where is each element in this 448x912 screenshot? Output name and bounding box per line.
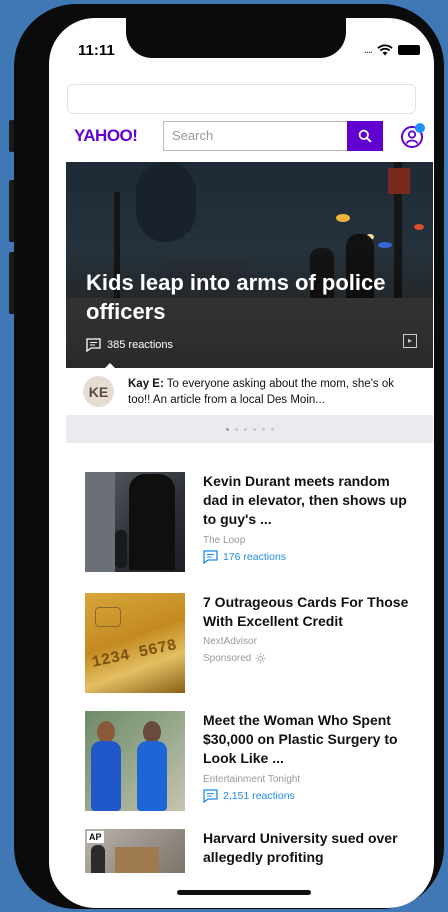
ap-badge: AP [87, 831, 104, 843]
story-item[interactable]: Meet the Woman Who Spent $30,000 on Plas… [85, 711, 415, 813]
thumb-figure-dress [137, 741, 167, 811]
account-icon [401, 123, 425, 148]
story-thumbnail[interactable] [85, 472, 185, 572]
signal-icon: .... [363, 44, 373, 56]
thumb-boxes [115, 847, 159, 873]
sponsored-info-icon [255, 653, 266, 664]
story-thumbnail[interactable]: 1234 5678 [85, 593, 185, 693]
sponsored-label[interactable]: Sponsored [203, 653, 266, 664]
thumb-frame [85, 472, 115, 572]
comment-body: To everyone asking about the mom, she's … [128, 378, 394, 406]
yahoo-logo[interactable]: YAHOO! [74, 126, 138, 146]
thumb-figure [115, 530, 127, 568]
hero-image-light [336, 214, 350, 222]
story-thumbnail[interactable] [85, 711, 185, 811]
app-header: YAHOO! Search [49, 118, 434, 158]
story-item[interactable]: Kevin Durant meets random dad in elevato… [85, 472, 415, 574]
page-dot[interactable] [225, 427, 229, 431]
story-title[interactable]: Harvard University sued over allegedly p… [203, 829, 418, 867]
thumb-figure-head [143, 721, 161, 743]
story-reactions-label: 176 reactions [223, 551, 287, 563]
thumb-figure [91, 845, 105, 873]
thumb-card-chip [95, 607, 121, 627]
story-title[interactable]: 7 Outrageous Cards For Those With Excell… [203, 593, 418, 631]
thumb-figure-head [97, 721, 115, 743]
page-dot[interactable] [234, 427, 238, 431]
battery-icon [398, 45, 420, 55]
status-icons: .... [364, 44, 420, 56]
page-dot[interactable] [243, 427, 247, 431]
hero-image-tree [136, 162, 196, 242]
comment-pointer [104, 363, 116, 369]
story-source: NextAdvisor [203, 636, 257, 647]
hero-reactions-label: 385 reactions [107, 339, 174, 351]
hero-story[interactable]: Kids leap into arms of police officers 3… [66, 162, 433, 368]
story-reactions[interactable]: 2,151 reactions [203, 789, 295, 803]
carousel-pagination[interactable] [66, 415, 433, 443]
story-reactions-label: 2,151 reactions [223, 790, 295, 802]
featured-comment[interactable]: KE Kay E: To everyone asking about the m… [66, 372, 433, 414]
page-dot[interactable] [261, 427, 265, 431]
hero-title[interactable]: Kids leap into arms of police officers [86, 268, 386, 326]
phone-frame: 11:11 .... YAHOO! Search Kids leap into … [14, 4, 444, 909]
page-dot[interactable] [270, 427, 274, 431]
search-icon [358, 129, 372, 143]
url-bar[interactable] [67, 84, 416, 114]
comment-author: Kay E: [128, 378, 164, 390]
story-source: The Loop [203, 535, 246, 546]
thumb-card-text: 1234 5678 [90, 636, 179, 672]
hero-image-sign [388, 168, 410, 194]
notch [126, 18, 346, 58]
hero-image-light [414, 224, 424, 230]
search-input[interactable]: Search [163, 121, 347, 151]
commenter-avatar: KE [83, 376, 114, 407]
page-dot[interactable] [252, 427, 256, 431]
story-title[interactable]: Kevin Durant meets random dad in elevato… [203, 472, 418, 529]
story-title[interactable]: Meet the Woman Who Spent $30,000 on Plas… [203, 711, 418, 768]
comment-text: Kay E: To everyone asking about the mom,… [128, 376, 418, 408]
sponsored-text: Sponsored [203, 653, 252, 664]
account-button[interactable] [400, 122, 426, 150]
hero-reactions[interactable]: 385 reactions [86, 338, 173, 352]
next-icon[interactable]: ▸ [403, 334, 417, 348]
story-source: Entertainment Tonight [203, 774, 301, 785]
search-button[interactable] [347, 121, 383, 151]
screen: 11:11 .... YAHOO! Search Kids leap into … [49, 18, 434, 908]
status-time: 11:11 [78, 42, 115, 59]
comment-icon [86, 338, 101, 352]
comment-icon [203, 550, 218, 564]
thumb-figure-dress [91, 741, 121, 811]
wifi-icon [377, 44, 393, 56]
story-item[interactable]: AP Harvard University sued over allegedl… [85, 829, 415, 889]
story-item[interactable]: 1234 5678 7 Outrageous Cards For Those W… [85, 593, 415, 695]
story-thumbnail[interactable]: AP [85, 829, 185, 873]
thumb-figure [129, 474, 175, 570]
home-indicator[interactable] [177, 890, 311, 895]
story-reactions[interactable]: 176 reactions [203, 550, 286, 564]
comment-icon [203, 789, 218, 803]
